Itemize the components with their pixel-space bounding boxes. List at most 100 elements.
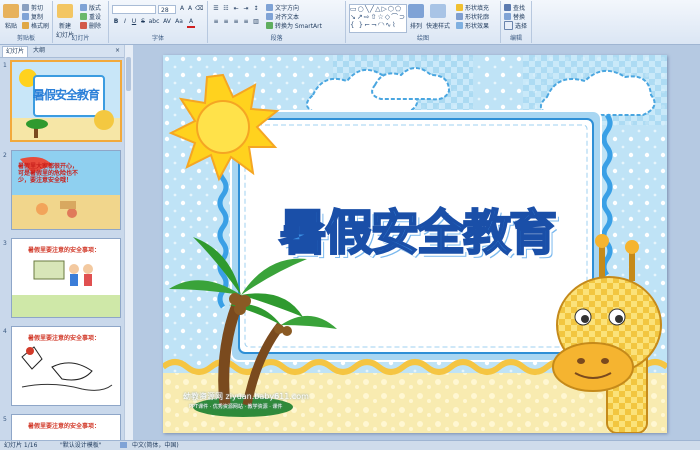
reset-label: 重设 xyxy=(89,14,102,21)
text-direction-button[interactable]: 文字方向 xyxy=(266,3,299,12)
shape-fill-button[interactable]: 形状填充 xyxy=(456,3,489,12)
slide-number: 1 xyxy=(3,62,7,69)
bold-button[interactable]: B xyxy=(112,18,120,26)
slide-thumbnail[interactable]: 暑假里要注意的安全事项： xyxy=(11,238,121,318)
select-button[interactable]: 选择 xyxy=(504,21,527,30)
paste-button[interactable]: 粘贴 xyxy=(3,4,19,30)
slide-number: 5 xyxy=(3,416,7,423)
cut-button[interactable]: 剪切 xyxy=(22,3,43,12)
reset-button[interactable]: 重设 xyxy=(80,12,101,21)
shape-fill-label: 形状填充 xyxy=(465,5,490,12)
slide-thumbnail[interactable]: 暑假里要注意的安全事项： xyxy=(11,414,121,440)
editing-group-label: 编辑 xyxy=(509,35,522,42)
font-color-button[interactable]: A xyxy=(187,18,195,28)
arrange-button[interactable]: 排列 xyxy=(408,4,424,30)
quick-styles-icon xyxy=(430,4,446,18)
paste-label: 粘贴 xyxy=(4,23,17,30)
bullets-button[interactable]: ☰ xyxy=(212,5,220,13)
slide-number: 4 xyxy=(3,328,7,335)
paragraph-group: ☰ ☷ ⇤ ⇥ ↕ ≡ ≡ ≡ ≡ ▥ 文字方向 对齐文本 转换为 SmartA… xyxy=(208,1,346,43)
numbering-button[interactable]: ☷ xyxy=(222,5,230,13)
justify-button[interactable]: ≡ xyxy=(242,18,250,26)
slide-number: 2 xyxy=(3,152,7,159)
thumbnail-text: 暑假里要注意的安全事项： xyxy=(28,423,101,430)
thumbnail-scrollbar[interactable] xyxy=(124,45,133,440)
slides-group: 新建 幻灯片 版式 重设 删除 幻灯片 xyxy=(53,1,109,43)
font-group: 28 A A ⌫ B I U S abc AV Aa A 字体 xyxy=(109,1,208,43)
shape-effects-button[interactable]: 形状效果 xyxy=(456,21,489,30)
cursor-icon xyxy=(504,21,513,30)
line-spacing-button[interactable]: ↕ xyxy=(252,5,260,13)
slides-group-label: 幻灯片 xyxy=(71,35,90,42)
copy-button[interactable]: 复制 xyxy=(22,12,43,21)
close-panel-button[interactable]: × xyxy=(112,46,123,56)
replace-button[interactable]: 替换 xyxy=(504,12,525,21)
columns-button[interactable]: ▥ xyxy=(252,18,260,26)
thumbnail-item-3[interactable]: 3 暑假里要注意的安全事项： xyxy=(0,238,124,320)
thumbnail-item-5[interactable]: 5 暑假里要注意的安全事项： xyxy=(0,414,124,440)
replace-icon xyxy=(504,13,511,20)
align-left-button[interactable]: ≡ xyxy=(212,18,220,26)
format-painter-button[interactable]: 格式刷 xyxy=(22,21,49,30)
tab-slides[interactable]: 幻灯片 xyxy=(2,46,29,57)
scrollbar-thumb[interactable] xyxy=(126,57,131,91)
quick-styles-button[interactable]: 快速样式 xyxy=(426,4,450,30)
slide-editor: 暑假安全教育 幼教资源网 ziyuan.baby611.com PPT课件 · … xyxy=(133,45,700,440)
shrink-font-button[interactable]: A xyxy=(186,5,194,13)
font-name-box[interactable] xyxy=(112,5,156,14)
layout-label: 版式 xyxy=(89,5,102,12)
slide-thumbnail[interactable]: 暑假安全教育 xyxy=(10,60,122,142)
drawing-group: ▭○╲╱△▷⬡⬠ ↘↗⇨⇧☆◇⌒⊃{ }⌐¬◜◝∿⌇ 排列 快速样式 形状填充 形… xyxy=(346,1,501,43)
increase-indent-button[interactable]: ⇥ xyxy=(242,5,250,13)
grow-font-button[interactable]: A xyxy=(178,5,186,13)
spell-check-icon[interactable] xyxy=(120,442,127,448)
smartart-icon xyxy=(266,22,273,29)
drawing-group-label: 绘图 xyxy=(416,35,429,42)
smartart-label: 转换为 SmartArt xyxy=(275,23,322,30)
thumbnail-item-1[interactable]: 1 暑假安全教育 xyxy=(0,60,124,144)
fill-bucket-icon xyxy=(456,4,463,11)
smartart-button[interactable]: 转换为 SmartArt xyxy=(266,21,322,30)
align-text-icon xyxy=(266,13,273,20)
paste-icon xyxy=(3,4,19,18)
thumbnail-item-4[interactable]: 4 暑假里要注意的安全事项： xyxy=(0,326,124,408)
slide-canvas[interactable]: 暑假安全教育 幼教资源网 ziyuan.baby611.com PPT课件 · … xyxy=(163,55,667,433)
watermark-text: 幼教资源网 ziyuan.baby611.com xyxy=(183,392,309,401)
align-text-button[interactable]: 对齐文本 xyxy=(266,12,299,21)
ribbon: 粘贴 剪切 复制 格式刷 剪贴板 新建 幻灯片 版式 重设 删除 幻灯片 28 … xyxy=(0,0,700,45)
underline-button[interactable]: U xyxy=(130,18,138,26)
align-right-button[interactable]: ≡ xyxy=(232,18,240,26)
delete-button[interactable]: 删除 xyxy=(80,21,101,30)
strike-button[interactable]: S xyxy=(139,18,147,26)
slide-thumbnail[interactable]: 暑假里要注意的安全事项： xyxy=(11,326,121,406)
decrease-indent-button[interactable]: ⇤ xyxy=(232,5,240,13)
slide-title[interactable]: 暑假安全教育 xyxy=(237,193,597,263)
font-group-label: 字体 xyxy=(151,35,164,42)
format-painter-label: 格式刷 xyxy=(31,23,50,30)
shadow-button[interactable]: abc xyxy=(148,18,160,26)
font-size-box[interactable]: 28 xyxy=(158,5,176,14)
find-button[interactable]: 查找 xyxy=(504,3,525,12)
arrange-label: 排列 xyxy=(409,23,422,30)
editing-group: 查找 替换 选择 编辑 xyxy=(501,1,532,43)
align-center-button[interactable]: ≡ xyxy=(222,18,230,26)
delete-icon xyxy=(80,22,87,29)
find-label: 查找 xyxy=(513,5,526,12)
tab-outline[interactable]: 大纲 xyxy=(30,46,48,56)
copy-icon xyxy=(22,13,29,20)
shape-outline-button[interactable]: 形状轮廓 xyxy=(456,12,489,21)
spacing-button[interactable]: AV xyxy=(162,18,172,26)
pen-icon xyxy=(456,13,463,20)
slide-thumbnail[interactable]: 暑假里大家都很开心，可是暑假里的危险也不少，要注意安全哦！ xyxy=(11,150,121,230)
replace-label: 替换 xyxy=(513,14,526,21)
italic-button[interactable]: I xyxy=(121,18,129,26)
case-button[interactable]: Aa xyxy=(174,18,184,26)
shapes-gallery[interactable]: ▭○╲╱△▷⬡⬠ ↘↗⇨⇧☆◇⌒⊃{ }⌐¬◜◝∿⌇ xyxy=(349,4,407,33)
clipboard-group-label: 剪贴板 xyxy=(16,35,35,42)
thumbnail-item-2[interactable]: 2 暑假里大家都很开心，可是暑假里的危险也不少，要注意安全哦！ xyxy=(0,150,124,232)
layout-button[interactable]: 版式 xyxy=(80,3,101,12)
shape-effects-label: 形状效果 xyxy=(465,23,490,30)
cut-label: 剪切 xyxy=(31,5,44,12)
clear-format-button[interactable]: ⌫ xyxy=(195,5,203,13)
thumbnail-text: 暑假里大家都很开心，可是暑假里的危险也不少，要注意安全哦！ xyxy=(18,163,79,184)
